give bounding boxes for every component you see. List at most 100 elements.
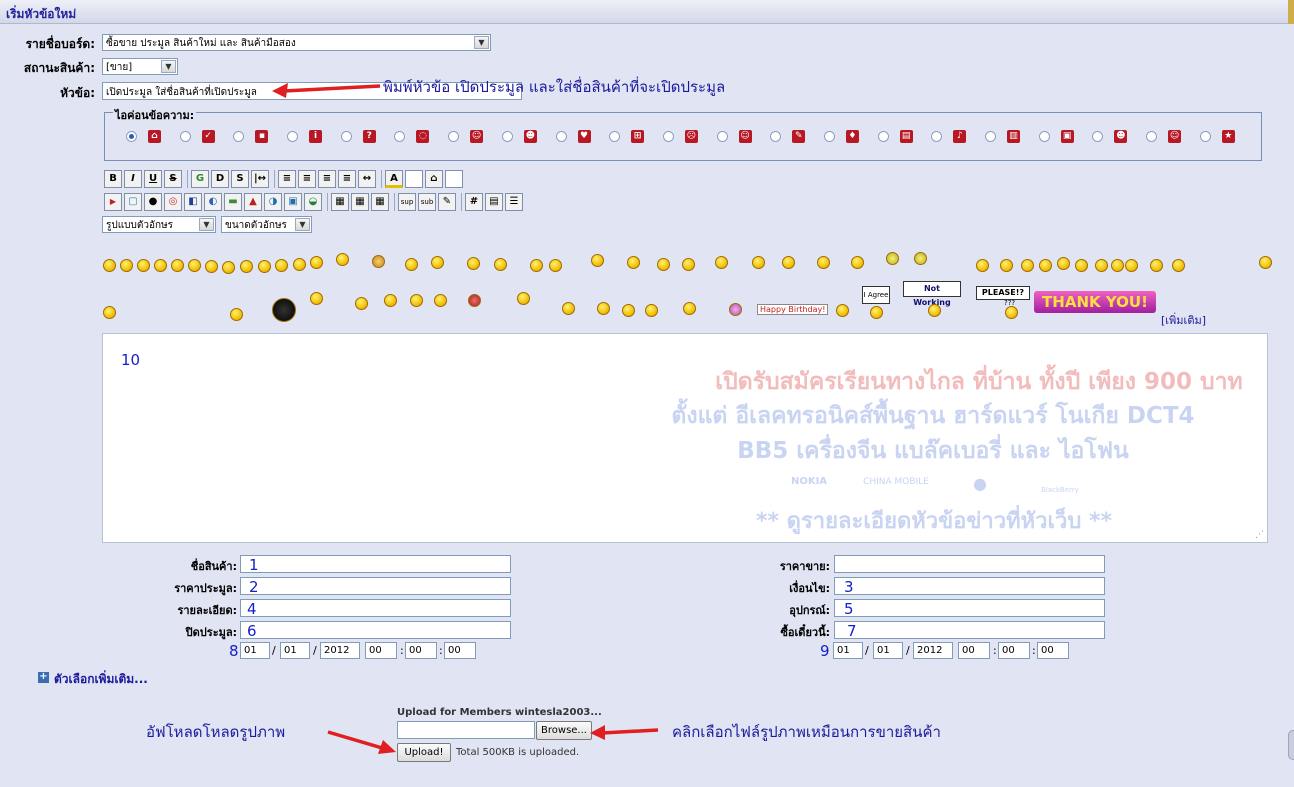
smiley-icon[interactable] xyxy=(1039,259,1052,272)
smiley-icon[interactable] xyxy=(627,256,640,269)
close-auction-input[interactable]: 6 xyxy=(240,621,511,639)
smiley-icon[interactable] xyxy=(683,302,696,315)
tv-button[interactable]: ▢ xyxy=(124,193,142,211)
smiley-icon[interactable] xyxy=(1125,259,1138,272)
smiley-icon[interactable] xyxy=(836,304,849,317)
radio-button[interactable] xyxy=(985,131,996,142)
buy-year-input[interactable]: 2012 xyxy=(913,642,953,659)
buy-now-input[interactable]: 7 xyxy=(834,621,1105,639)
smiley-icon[interactable] xyxy=(1111,259,1124,272)
smiley-icon[interactable] xyxy=(530,259,543,272)
radio-button[interactable] xyxy=(609,131,621,142)
thank-you-banner[interactable]: THANK YOU! xyxy=(1034,291,1156,313)
start-price-input[interactable]: 2 xyxy=(240,577,511,595)
smiley-icon[interactable] xyxy=(431,256,444,269)
ftp-button[interactable]: ◒ xyxy=(304,193,322,211)
glow-button[interactable]: G xyxy=(191,170,209,188)
align-justify-button[interactable]: ≡ xyxy=(318,170,336,188)
radio-button[interactable] xyxy=(1199,131,1211,142)
pre-button[interactable]: |↔ xyxy=(251,170,269,188)
radio-button[interactable] xyxy=(179,131,191,142)
subscript-button[interactable]: sub xyxy=(418,193,436,211)
smiley-icon[interactable] xyxy=(137,259,150,272)
sniper-smiley-icon[interactable] xyxy=(103,306,116,319)
buy-second-input[interactable]: 00 xyxy=(1037,642,1069,659)
cool-smiley-icon[interactable] xyxy=(752,256,765,269)
smiley-icon[interactable] xyxy=(1150,259,1163,272)
violin-smiley-icon[interactable] xyxy=(517,292,530,305)
flash-button[interactable]: ◎ xyxy=(164,193,182,211)
smiley-icon[interactable] xyxy=(275,259,288,272)
smiley-icon[interactable] xyxy=(188,259,201,272)
color-swatch[interactable] xyxy=(405,170,423,188)
equipment-input[interactable]: 5 xyxy=(834,599,1105,617)
list-button[interactable]: ☰ xyxy=(505,193,523,211)
close-day-input[interactable]: 01 xyxy=(240,642,270,659)
font-size-select[interactable]: ขนาดตัวอักษร ▼ xyxy=(221,216,312,233)
radio-button[interactable] xyxy=(501,131,513,142)
link-button[interactable]: ◑ xyxy=(264,193,282,211)
smiley-icon[interactable] xyxy=(645,304,658,317)
close-second-input[interactable]: 00 xyxy=(444,642,476,659)
radio-button[interactable] xyxy=(394,131,406,142)
smiley-icon[interactable] xyxy=(1057,257,1070,270)
smiley-icon[interactable] xyxy=(1021,259,1034,272)
audio-button[interactable]: ◧ xyxy=(184,193,202,211)
font-color-button[interactable]: A xyxy=(385,170,403,188)
not-working-sign[interactable]: Not Working xyxy=(903,281,961,307)
radio-button[interactable] xyxy=(770,131,782,142)
radio-button[interactable] xyxy=(1038,131,1050,142)
radio-button[interactable] xyxy=(823,131,835,142)
close-month-input[interactable]: 01 xyxy=(280,642,310,659)
happy-birthday-banner[interactable]: Happy Birthday! xyxy=(757,304,829,315)
detail-input[interactable]: 4 xyxy=(240,599,511,617)
smiley-icon[interactable] xyxy=(103,259,116,272)
smiley-icon[interactable] xyxy=(405,258,418,271)
smiley-icon[interactable] xyxy=(1075,259,1088,272)
smiley-icon[interactable] xyxy=(817,256,830,269)
browse-button[interactable]: Browse... xyxy=(536,721,592,740)
radio-button[interactable] xyxy=(1146,131,1158,142)
smiley-icon[interactable] xyxy=(1095,259,1108,272)
smiley-icon[interactable] xyxy=(410,294,423,307)
smiley-icon[interactable] xyxy=(682,258,695,271)
buy-day-input[interactable]: 01 xyxy=(833,642,863,659)
table-column-button[interactable]: ▦ xyxy=(371,193,389,211)
strike-button[interactable]: S xyxy=(164,170,182,188)
media-button[interactable]: ● xyxy=(144,193,162,211)
table-row-button[interactable]: ▦ xyxy=(351,193,369,211)
sell-price-input[interactable] xyxy=(834,555,1105,573)
upload-button[interactable]: Upload! xyxy=(397,743,451,762)
condition-input[interactable]: 3 xyxy=(834,577,1105,595)
smiley-icon[interactable] xyxy=(171,259,184,272)
buy-hour-input[interactable]: 00 xyxy=(958,642,990,659)
smiley-icon[interactable] xyxy=(851,256,864,269)
smiley-icon[interactable] xyxy=(597,302,610,315)
banana-icon[interactable] xyxy=(886,252,899,265)
birthday-smiley-icon[interactable] xyxy=(729,303,742,316)
radio-button[interactable] xyxy=(233,131,245,142)
smiley-icon[interactable] xyxy=(258,260,271,273)
smiley-icon[interactable] xyxy=(240,260,253,273)
radio-button[interactable] xyxy=(931,131,943,142)
please-sign[interactable]: PLEASE!? xyxy=(976,286,1030,300)
product-name-input[interactable]: 1 xyxy=(240,555,511,573)
smiley-icon[interactable] xyxy=(310,256,323,269)
radio-button[interactable] xyxy=(126,131,137,142)
buy-month-input[interactable]: 01 xyxy=(873,642,903,659)
radio-button[interactable] xyxy=(662,131,674,142)
smiley-icon[interactable] xyxy=(562,302,575,315)
buy-minute-input[interactable]: 00 xyxy=(998,642,1030,659)
smiley-icon[interactable] xyxy=(230,308,243,321)
thumbs-down-icon[interactable] xyxy=(1000,259,1013,272)
close-year-input[interactable]: 2012 xyxy=(320,642,360,659)
smiley-icon[interactable] xyxy=(222,261,235,274)
radio-button[interactable] xyxy=(340,131,352,142)
rocker-smiley-icon[interactable] xyxy=(468,294,481,307)
radio-button[interactable] xyxy=(448,131,460,142)
radio-button[interactable] xyxy=(1092,131,1104,142)
smiley-icon[interactable] xyxy=(549,259,562,272)
banana-icon[interactable] xyxy=(914,252,927,265)
smiley-icon[interactable] xyxy=(205,260,218,273)
more-options-link[interactable]: ตัวเลือกเพิ่มเติม... xyxy=(54,670,148,689)
